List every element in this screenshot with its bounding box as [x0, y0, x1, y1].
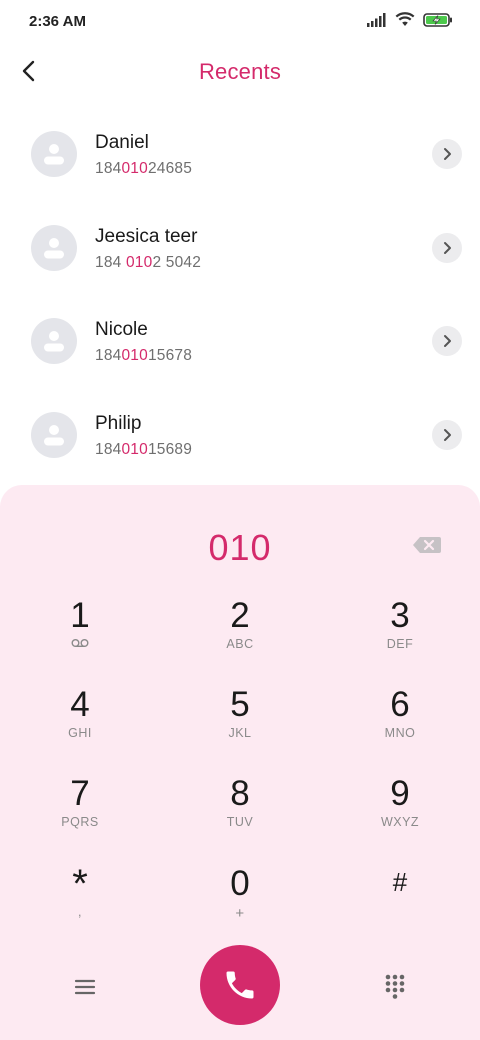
- contact-number: 18401015689: [95, 440, 193, 458]
- key-letters: GHI: [68, 726, 92, 740]
- contact-number: 184 0102 5042: [95, 253, 202, 271]
- page-title: Recents: [198, 59, 282, 84]
- key-digit: 4: [70, 685, 90, 724]
- voicemail-icon: [71, 639, 89, 648]
- contact-list: Daniel 18401024685 Jeesica teer 184 0102…: [0, 108, 480, 482]
- dialpad: 010 1 2 ABC 3 DEF 4 GHI 5 JKL 6 MNO 7 PQ…: [0, 485, 480, 1040]
- avatar: [31, 131, 77, 177]
- dialpad-bottom-bar: [0, 945, 480, 1030]
- key-digit: 0: [230, 864, 250, 903]
- contact-detail-button[interactable]: [432, 139, 462, 169]
- person-icon: [44, 331, 64, 352]
- list-item[interactable]: Nicole 18401015678: [0, 295, 480, 389]
- keypad-toggle-button[interactable]: [383, 973, 407, 1001]
- wifi-icon: [395, 12, 415, 26]
- list-item[interactable]: Philip 18401015689: [0, 389, 480, 483]
- list-item[interactable]: Daniel 18401024685: [0, 108, 480, 202]
- key-digit: *: [72, 862, 88, 906]
- contact-name: Philip: [95, 412, 142, 434]
- status-icons: [367, 12, 453, 27]
- person-icon: [44, 237, 64, 258]
- key-digit: 6: [390, 685, 410, 724]
- menu-icon: [74, 979, 96, 995]
- key-3[interactable]: 3 DEF: [340, 597, 460, 677]
- contact-name: Jeesica teer: [95, 225, 198, 247]
- header: Recents: [0, 44, 480, 100]
- key-letters: ,: [78, 905, 82, 919]
- key-star[interactable]: * ,: [20, 862, 140, 945]
- chevron-right-icon: [444, 335, 451, 347]
- key-letters: MNO: [384, 726, 416, 740]
- key-letters: TUV: [226, 815, 254, 829]
- chevron-right-icon: [444, 428, 451, 441]
- contact-name: Nicole: [95, 319, 148, 340]
- key-4[interactable]: 4 GHI: [20, 686, 140, 766]
- avatar: [31, 224, 77, 271]
- key-letters: [340, 901, 460, 917]
- key-digit: 5: [230, 685, 250, 724]
- backspace-button[interactable]: [412, 535, 442, 555]
- key-hash[interactable]: #: [340, 865, 460, 945]
- key-8[interactable]: 8 TUV: [180, 775, 300, 855]
- contact-number: 18401015678: [95, 347, 193, 364]
- key-digit: 1: [70, 596, 90, 635]
- list-item[interactable]: Jeesica teer 184 0102 5042: [0, 202, 480, 296]
- key-9[interactable]: 9 WXYZ: [340, 775, 460, 855]
- key-5[interactable]: 5 JKL: [180, 686, 300, 766]
- backspace-icon: [413, 537, 441, 553]
- key-sub: [20, 637, 140, 653]
- key-7[interactable]: 7 PQRS: [20, 775, 140, 855]
- contact-detail-button[interactable]: [432, 419, 462, 450]
- key-digit: 2: [230, 596, 250, 635]
- key-letters: JKL: [228, 726, 252, 740]
- dial-input[interactable]: 010: [0, 527, 480, 569]
- avatar: [31, 318, 77, 364]
- key-digit: 7: [70, 774, 90, 813]
- contact-detail-button[interactable]: [432, 326, 462, 356]
- menu-button[interactable]: [70, 975, 100, 999]
- person-icon: [44, 424, 64, 445]
- status-time: 2:36 AM: [29, 13, 86, 30]
- key-digit: 3: [390, 596, 410, 635]
- battery-charging-icon: [423, 12, 452, 27]
- call-button[interactable]: [200, 945, 280, 1025]
- key-2[interactable]: 2 ABC: [180, 597, 300, 677]
- contact-name: Daniel: [95, 132, 149, 153]
- key-letters: WXYZ: [380, 815, 420, 829]
- key-6[interactable]: 6 MNO: [340, 686, 460, 766]
- signal-icon: [367, 12, 386, 27]
- key-0[interactable]: 0 +: [180, 865, 300, 945]
- chevron-right-icon: [444, 241, 451, 254]
- key-letters: ABC: [226, 637, 254, 651]
- key-letters: +: [235, 905, 245, 922]
- key-digit: 9: [390, 774, 410, 813]
- dialpad-grid-icon: [385, 974, 405, 999]
- phone-icon: [226, 971, 254, 999]
- contact-number: 18401024685: [95, 160, 193, 177]
- contact-detail-button[interactable]: [432, 232, 462, 263]
- avatar: [31, 411, 77, 458]
- status-bar: 2:36 AM: [0, 0, 480, 44]
- key-1[interactable]: 1: [20, 597, 140, 677]
- key-digit: 8: [230, 774, 250, 813]
- key-digit: #: [392, 867, 408, 897]
- key-letters: PQRS: [61, 815, 99, 829]
- key-letters: DEF: [386, 637, 414, 651]
- person-icon: [44, 144, 64, 165]
- chevron-right-icon: [444, 148, 451, 160]
